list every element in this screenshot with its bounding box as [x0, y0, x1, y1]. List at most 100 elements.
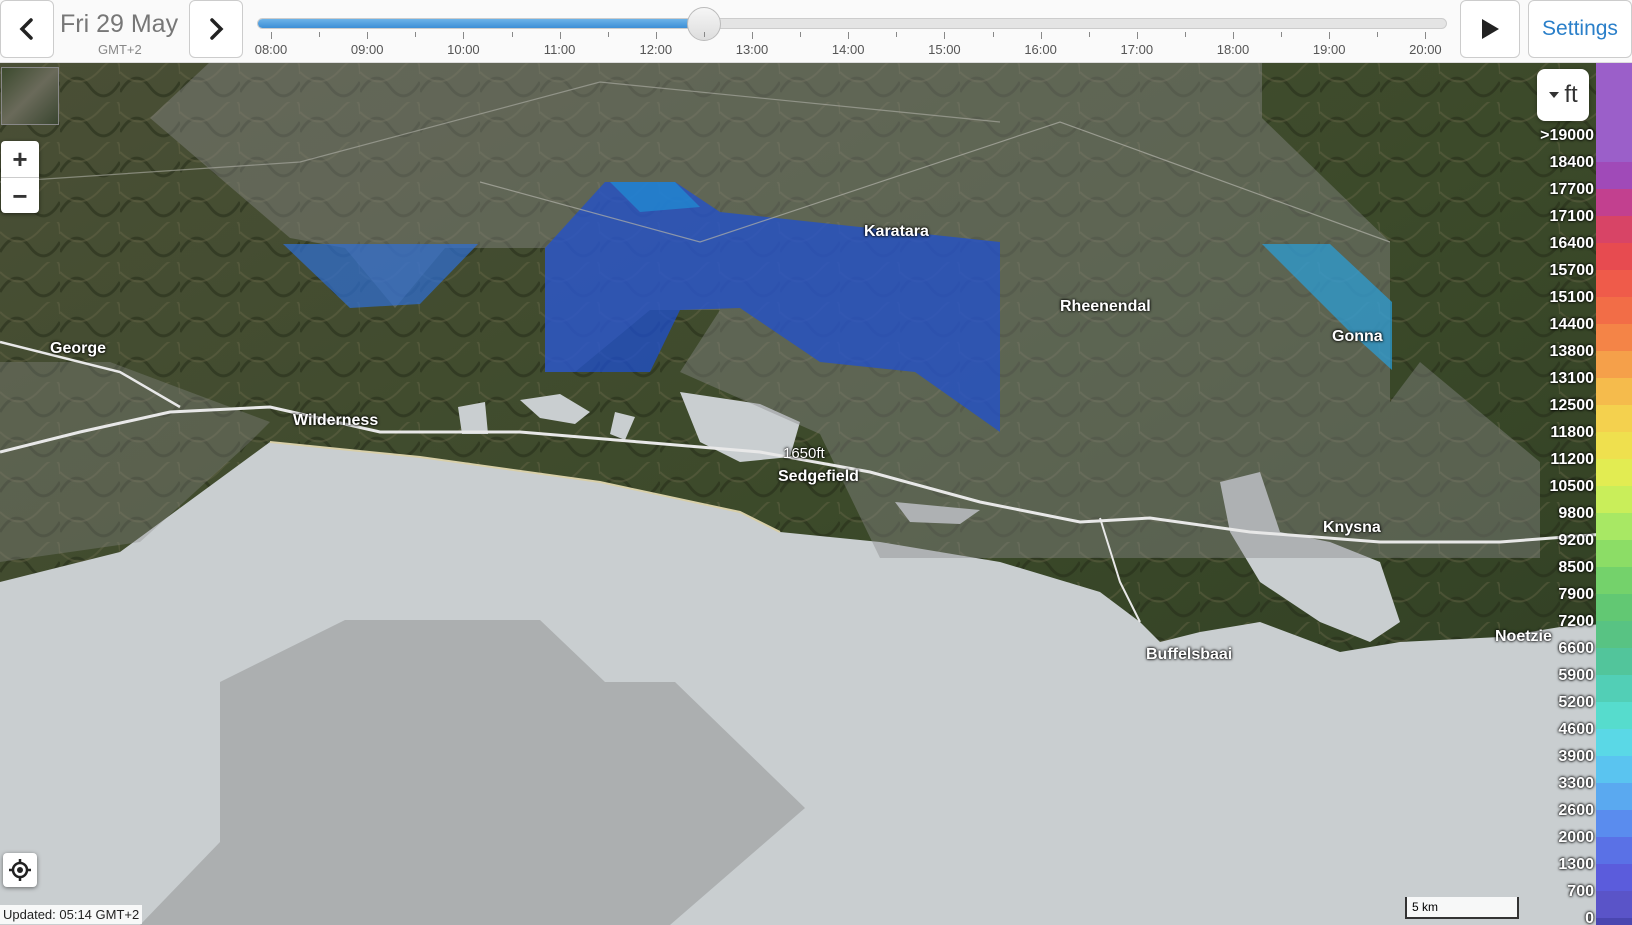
- timeline-hour-label: 16:00: [1024, 42, 1057, 57]
- place-label-rheenendal: Rheenendal: [1060, 298, 1151, 315]
- place-label-buffelsbaai: Buffelsbaai: [1146, 646, 1233, 663]
- legend-value-label: 5900: [1558, 667, 1594, 684]
- legend-color-band: [1596, 891, 1632, 919]
- scale-bar: 5 km: [1405, 897, 1519, 919]
- legend-value-label: 11800: [1550, 424, 1594, 441]
- timeline-hour-label: 19:00: [1312, 42, 1346, 57]
- layer-switcher-thumbnail[interactable]: [1, 67, 59, 125]
- legend-color-band: [1596, 729, 1632, 757]
- time-slider-track[interactable]: [257, 18, 1447, 29]
- legend-value-label: 3300: [1558, 775, 1594, 792]
- legend-color-band: [1596, 540, 1632, 568]
- legend-color-band: [1596, 864, 1632, 892]
- timeline-tick: [655, 32, 657, 39]
- legend-color-band: [1596, 405, 1632, 433]
- legend-value-label: 11200: [1550, 451, 1594, 468]
- timeline-tick: [367, 32, 369, 39]
- legend-value-label: 5200: [1558, 694, 1594, 711]
- timeline-minor-tick: [319, 32, 321, 37]
- zoom-in-button[interactable]: +: [1, 141, 39, 178]
- legend-value-label: 700: [1567, 883, 1594, 900]
- place-label-wilderness: Wilderness: [293, 412, 379, 429]
- legend-value-label: 15100: [1549, 289, 1595, 306]
- legend-color-band: [1596, 675, 1632, 703]
- legend-value-label: 2000: [1558, 829, 1594, 846]
- zoom-out-button[interactable]: −: [1, 178, 39, 214]
- legend-value-label: 8500: [1558, 559, 1594, 576]
- legend-value-label: 17700: [1549, 181, 1595, 198]
- timeline-minor-tick: [415, 32, 417, 37]
- timeline-tick: [559, 32, 561, 39]
- legend-color-band: [1596, 216, 1632, 244]
- legend-value-label: 10500: [1549, 478, 1595, 495]
- legend-color-band: [1596, 837, 1632, 865]
- timeline-minor-tick: [1281, 32, 1283, 37]
- timeline-minor-tick: [800, 32, 802, 37]
- play-icon: [1482, 19, 1499, 39]
- legend-color-band: [1596, 324, 1632, 352]
- timeline-tick: [1136, 32, 1138, 39]
- timeline-tick: [848, 32, 850, 39]
- timeline-hour-label: 09:00: [350, 42, 384, 57]
- altitude-spot-label: 1650ft: [783, 445, 825, 462]
- legend-value-label: 13100: [1549, 370, 1595, 387]
- timeline-tick: [1425, 32, 1427, 39]
- timeline-minor-tick: [511, 32, 513, 37]
- timeline-hour-label: 10:00: [447, 42, 480, 57]
- legend-value-label: 4600: [1558, 721, 1594, 738]
- timeline-tick: [463, 32, 465, 39]
- timeline-hour-label: 08:00: [254, 42, 288, 57]
- timeline-hour-label: 12:00: [639, 42, 673, 57]
- legend-color-band: [1596, 270, 1632, 298]
- legend-color-band: [1596, 621, 1632, 649]
- legend-color-band: [1596, 648, 1632, 676]
- timeline-hour-label: 14:00: [831, 42, 865, 57]
- legend-color-band: [1596, 135, 1632, 163]
- legend-color-band: [1596, 783, 1632, 811]
- legend-color-band: [1596, 351, 1632, 379]
- timeline-hour-label: 18:00: [1216, 42, 1250, 57]
- legend-value-label: 9200: [1558, 532, 1594, 549]
- legend-value-label: 0: [1585, 910, 1594, 925]
- place-label-sedgefield: Sedgefield: [778, 468, 859, 485]
- legend-color-band: [1596, 486, 1632, 514]
- altitude-scale-labels: >19000 18400 17700 17100 16400 15700 15100 1440…: [1510, 62, 1594, 925]
- legend-value-label: 9800: [1558, 505, 1594, 522]
- legend-color-band: [1596, 567, 1632, 595]
- timeline-tick: [1329, 32, 1331, 39]
- timeline-hour-label: 11:00: [543, 42, 576, 57]
- timeline-ticks: 08:00 09:00 10:00 11:00 12:00 13:00 14:00 15:00…: [0, 32, 1632, 60]
- timeline-bar: Fri 29 May GMT+2 08:00 09:00 10:00 11:00 12:…: [0, 0, 1632, 63]
- legend-value-label: 14400: [1549, 316, 1595, 333]
- play-button[interactable]: [1460, 0, 1520, 58]
- legend-color-band: [1596, 162, 1632, 190]
- crosshair-icon: [9, 859, 31, 881]
- place-label-knysna: Knysna: [1323, 519, 1381, 536]
- legend-value-label: 13800: [1549, 343, 1595, 360]
- legend-value-label: 2600: [1558, 802, 1594, 819]
- legend-value-label: 1300: [1558, 856, 1594, 873]
- timeline-minor-tick: [1088, 32, 1090, 37]
- timeline-minor-tick: [1377, 32, 1379, 37]
- legend-value-label: 7900: [1558, 586, 1594, 603]
- legend-color-band: [1596, 513, 1632, 541]
- timeline-minor-tick: [896, 32, 898, 37]
- legend-color-band: [1596, 243, 1632, 271]
- timeline-hour-label: 15:00: [928, 42, 961, 57]
- map-view[interactable]: George Wilderness Karatara Rheenendal Go…: [0, 62, 1632, 925]
- satellite-map: [0, 62, 1632, 925]
- last-updated-text: Updated: 05:14 GMT+2: [0, 905, 143, 924]
- legend-value-label: 12500: [1549, 397, 1595, 414]
- zoom-control: + −: [1, 141, 39, 213]
- timeline-tick: [944, 32, 946, 39]
- settings-button[interactable]: Settings: [1528, 0, 1632, 58]
- legend-value-label: 16400: [1549, 235, 1595, 252]
- legend-color-band: [1596, 189, 1632, 217]
- timeline-tick: [271, 32, 272, 39]
- locate-me-button[interactable]: [3, 853, 37, 887]
- timeline-minor-tick: [607, 32, 609, 37]
- legend-value-label: 15700: [1549, 262, 1595, 279]
- legend-color-band: [1596, 62, 1632, 135]
- timeline-minor-tick: [703, 32, 705, 37]
- legend-color-band: [1596, 918, 1632, 925]
